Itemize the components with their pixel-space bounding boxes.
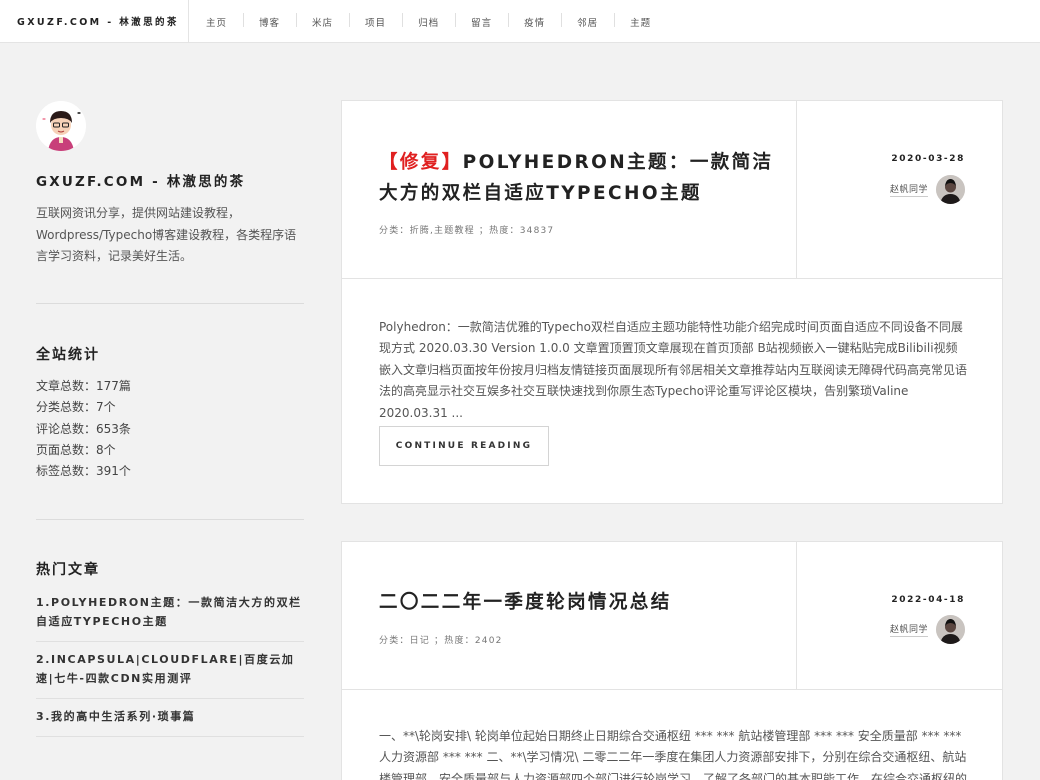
continue-reading-button[interactable]: CONTINUE READING xyxy=(379,426,549,466)
stat-categories: 分类总数：7个 xyxy=(36,400,116,415)
post-header: 二〇二二年一季度轮岗情况总结 分类：日记 ；热度：2402 2022-04-18… xyxy=(342,542,1002,690)
nav-item-archive[interactable]: 归档 xyxy=(402,12,455,29)
post-meta: 分类：折腾,主题教程 ；热度：34837 xyxy=(379,226,555,236)
hot-post-link[interactable]: 1.POLYHEDRON主题：一款简洁大方的双栏自适应TYPECHO主题 xyxy=(36,586,304,642)
stat-comments: 评论总数：653条 xyxy=(36,421,131,436)
nav-item-guestbook[interactable]: 留言 xyxy=(455,12,508,29)
author-photo-icon xyxy=(936,615,965,644)
header-divider xyxy=(796,542,797,689)
post-header: 【修复】POLYHEDRON主题：一款简洁大方的双栏自适应TYPECHO主题 分… xyxy=(342,101,1002,279)
post-excerpt: Polyhedron：一款简洁优雅的Typecho双栏自适应主题功能特性功能介绍… xyxy=(379,320,968,420)
sidebar-site-name: GXUZF.COM - 林澈思的茶 xyxy=(36,174,246,190)
stat-pages: 页面总数：8个 xyxy=(36,442,116,457)
post-title-tag: 【修复】 xyxy=(379,152,463,173)
hot-posts-list: 1.POLYHEDRON主题：一款简洁大方的双栏自适应TYPECHO主题 2.I… xyxy=(36,586,304,737)
topbar-divider xyxy=(188,0,189,43)
post-date: 2020-03-28 xyxy=(891,154,965,164)
stat-tags: 标签总数：391个 xyxy=(36,464,131,479)
post-title[interactable]: 二〇二二年一季度轮岗情况总结 xyxy=(379,587,774,618)
nav-item-home[interactable]: 主页 xyxy=(190,15,243,29)
stat-posts: 文章总数：177篇 xyxy=(36,379,131,393)
post-excerpt: 一、**\轮岗安排\ 轮岗单位起始日期终止日期综合交通枢纽 *** *** 航站… xyxy=(379,729,968,780)
post-card: 【修复】POLYHEDRON主题：一款简洁大方的双栏自适应TYPECHO主题 分… xyxy=(341,100,1003,504)
main-nav: 主页 博客 米店 项目 归档 留言 疫情 邻居 主题 xyxy=(190,0,667,43)
hot-post-link[interactable]: 2.INCAPSULA|CLOUDFLARE|百度云加速|七牛-四款CDN实用测… xyxy=(36,642,304,699)
author-name[interactable]: 赵帆同学 xyxy=(889,622,928,637)
nav-item-epidemic[interactable]: 疫情 xyxy=(508,12,561,29)
post-author[interactable]: 赵帆同学 xyxy=(889,615,965,644)
post-meta: 分类：日记 ；热度：2402 xyxy=(379,636,503,646)
nav-item-friends[interactable]: 邻居 xyxy=(561,12,614,29)
site-logo-text[interactable]: GXUZF.COM - 林澈思的茶 xyxy=(17,14,179,28)
nav-item-projects[interactable]: 项目 xyxy=(349,12,402,29)
post-author[interactable]: 赵帆同学 xyxy=(889,175,965,204)
site-description: 互联网资讯分享，提供网站建设教程，Wordpress/Typecho博客建设教程… xyxy=(36,206,297,263)
site-stats: 文章总数：177篇 分类总数：7个 评论总数：653条 页面总数：8个 标签总数… xyxy=(36,376,131,482)
post-date: 2022-04-18 xyxy=(891,595,965,605)
cartoon-avatar-icon xyxy=(36,101,86,151)
nav-item-blog[interactable]: 博客 xyxy=(243,12,296,29)
hot-post-link[interactable]: 3.我的高中生活系列·琐事篇 xyxy=(36,699,304,737)
top-bar: GXUZF.COM - 林澈思的茶 主页 博客 米店 项目 归档 留言 疫情 邻… xyxy=(0,0,1040,43)
site-avatar xyxy=(36,101,86,151)
author-photo-icon xyxy=(936,175,965,204)
sidebar-divider xyxy=(36,303,304,304)
author-avatar[interactable] xyxy=(936,175,965,204)
author-name[interactable]: 赵帆同学 xyxy=(889,182,928,197)
sidebar-divider xyxy=(36,519,304,520)
post-card: 二〇二二年一季度轮岗情况总结 分类：日记 ；热度：2402 2022-04-18… xyxy=(341,541,1003,780)
author-avatar[interactable] xyxy=(936,615,965,644)
stats-heading: 全站统计 xyxy=(36,347,100,363)
nav-item-theme[interactable]: 主题 xyxy=(614,12,667,29)
post-title[interactable]: 【修复】POLYHEDRON主题：一款简洁大方的双栏自适应TYPECHO主题 xyxy=(379,147,774,209)
nav-item-shop[interactable]: 米店 xyxy=(296,12,349,29)
hot-posts-heading: 热门文章 xyxy=(36,562,100,578)
header-divider xyxy=(796,101,797,278)
